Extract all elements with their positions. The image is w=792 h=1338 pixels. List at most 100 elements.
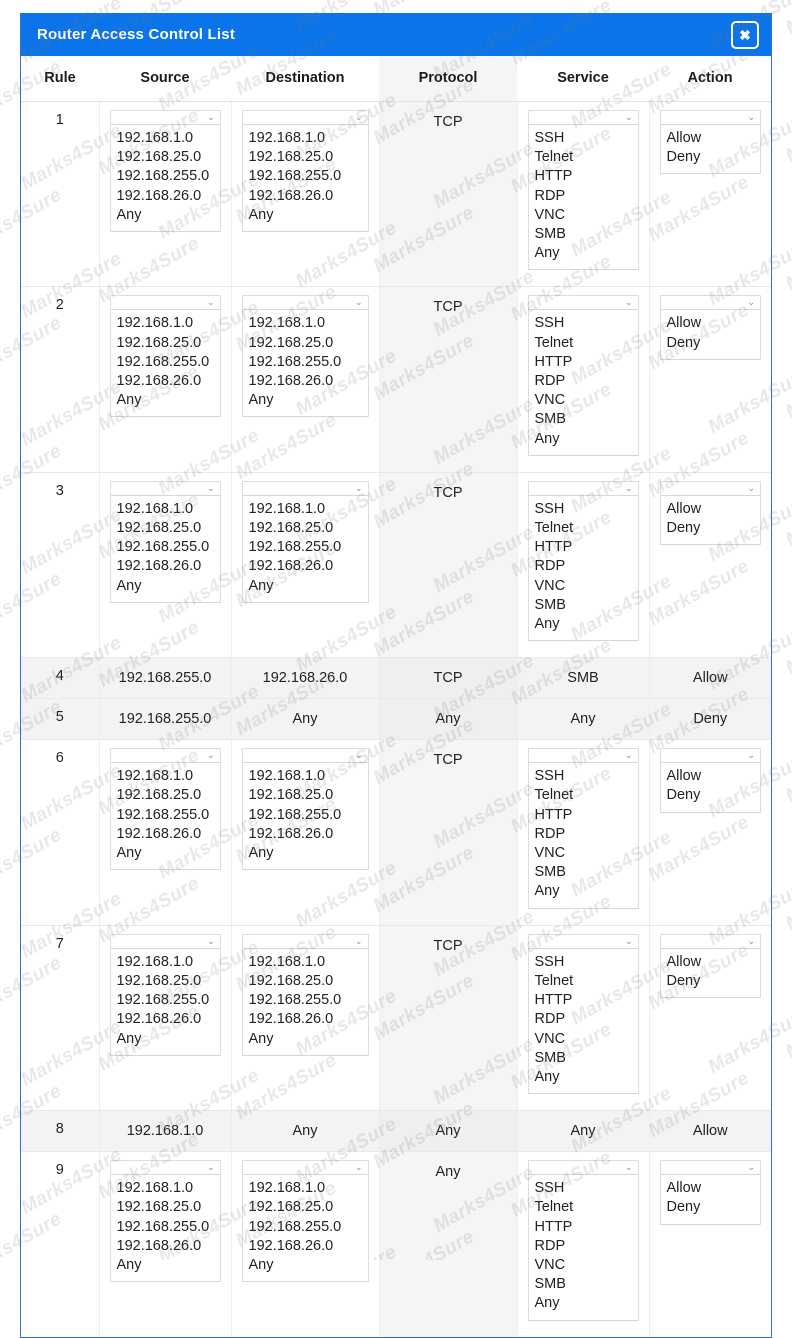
service-option[interactable]: Telnet [535,519,638,538]
service-option[interactable]: Telnet [535,1198,638,1217]
destination-option[interactable]: 192.168.26.0 [249,187,368,206]
destination-select-header[interactable]: ⌄ [242,482,368,496]
destination-option[interactable]: 192.168.26.0 [249,372,368,391]
source-option[interactable]: 192.168.26.0 [117,372,220,391]
source-option[interactable]: 192.168.26.0 [117,187,220,206]
service-option[interactable]: Any [535,430,638,449]
action-select[interactable]: ⌄ Allow Deny [659,110,761,175]
destination-option[interactable]: Any [249,206,368,225]
action-select[interactable]: ⌄ Allow Deny [659,480,761,546]
destination-option[interactable]: Any [249,391,368,410]
source-select[interactable]: ⌄ 192.168.1.0 192.168.25.0 192.168.255.0 192… [109,1160,221,1283]
destination-option[interactable]: 192.168.25.0 [249,786,368,805]
action-option[interactable]: Deny [667,972,761,991]
service-select-header[interactable]: ⌄ [528,111,638,125]
action-option[interactable]: Deny [667,334,761,353]
action-option[interactable]: Allow [667,767,761,786]
source-option[interactable]: 192.168.25.0 [117,972,220,991]
destination-select[interactable]: ⌄ 192.168.1.0 192.168.25.0 192.168.255.0 192… [241,480,369,603]
source-select-header[interactable]: ⌄ [110,111,220,125]
destination-option[interactable]: 192.168.25.0 [249,972,368,991]
destination-option[interactable]: Any [249,1030,368,1049]
action-select-header[interactable]: ⌄ [660,482,760,496]
service-option[interactable]: VNC [535,391,638,410]
source-option[interactable]: 192.168.255.0 [117,991,220,1010]
service-option[interactable]: Telnet [535,972,638,991]
source-option[interactable]: 192.168.1.0 [117,767,220,786]
source-option[interactable]: 192.168.1.0 [117,314,220,333]
source-option[interactable]: Any [117,391,220,410]
source-option[interactable]: 192.168.255.0 [117,1218,220,1237]
destination-option[interactable]: 192.168.26.0 [249,825,368,844]
service-option[interactable]: HTTP [535,991,638,1010]
service-option[interactable]: HTTP [535,806,638,825]
source-option[interactable]: Any [117,844,220,863]
action-option[interactable]: Allow [667,1179,761,1198]
destination-select[interactable]: ⌄ 192.168.1.0 192.168.25.0 192.168.255.0 192… [241,1160,369,1283]
action-select[interactable]: ⌄ Allow Deny [659,933,761,999]
action-select-header[interactable]: ⌄ [660,749,760,764]
destination-option[interactable]: 192.168.255.0 [249,538,368,557]
service-option[interactable]: SMB [535,596,638,615]
destination-option[interactable]: Any [249,844,368,863]
service-select-header[interactable]: ⌄ [528,296,638,311]
destination-option[interactable]: 192.168.25.0 [249,334,368,353]
service-option[interactable]: Telnet [535,786,638,805]
destination-option[interactable]: 192.168.26.0 [249,1010,368,1029]
service-select-header[interactable]: ⌄ [528,935,638,949]
action-select[interactable]: ⌄ Allow Deny [659,748,761,813]
service-option[interactable]: SMB [535,1275,638,1294]
service-select[interactable]: ⌄ SSH Telnet HTTP RDP VNC SMB Any [527,748,639,909]
service-option[interactable]: HTTP [535,167,638,186]
destination-select-header[interactable]: ⌄ [242,1161,368,1176]
destination-option[interactable]: 192.168.25.0 [249,519,368,538]
source-option[interactable]: 192.168.255.0 [117,806,220,825]
destination-option[interactable]: 192.168.1.0 [249,129,368,148]
destination-option[interactable]: 192.168.255.0 [249,353,368,372]
close-icon[interactable]: ✖ [731,20,759,49]
destination-option[interactable]: 192.168.1.0 [249,953,368,972]
source-select[interactable]: ⌄ 192.168.1.0 192.168.25.0 192.168.255.0 192… [109,295,221,418]
action-option[interactable]: Deny [667,1198,761,1217]
destination-option[interactable]: 192.168.255.0 [249,1218,368,1237]
source-select[interactable]: ⌄ 192.168.1.0 192.168.25.0 192.168.255.0 192… [109,480,221,603]
action-option[interactable]: Deny [667,148,761,167]
action-option[interactable]: Allow [667,314,761,333]
service-select[interactable]: ⌄ SSH Telnet HTTP RDP VNC SMB Any [527,295,639,456]
source-option[interactable]: 192.168.1.0 [117,500,220,519]
service-select-header[interactable]: ⌄ [528,749,638,764]
service-option[interactable]: VNC [535,206,638,225]
source-option[interactable]: 192.168.26.0 [117,1237,220,1256]
action-select-header[interactable]: ⌄ [660,111,760,125]
source-option[interactable]: 192.168.25.0 [117,334,220,353]
source-option[interactable]: 192.168.25.0 [117,1198,220,1217]
destination-option[interactable]: 192.168.1.0 [249,500,368,519]
source-option[interactable]: Any [117,577,220,596]
action-option[interactable]: Allow [667,500,761,519]
service-option[interactable]: RDP [535,1010,638,1029]
destination-option[interactable]: 192.168.255.0 [249,167,368,186]
action-select-header[interactable]: ⌄ [660,296,760,311]
source-option[interactable]: 192.168.25.0 [117,519,220,538]
service-option[interactable]: SSH [535,953,638,972]
destination-option[interactable]: 192.168.255.0 [249,991,368,1010]
service-option[interactable]: HTTP [535,353,638,372]
source-select[interactable]: ⌄ 192.168.1.0 192.168.25.0 192.168.255.0 192… [109,110,221,233]
source-select[interactable]: ⌄ 192.168.1.0 192.168.25.0 192.168.255.0 192… [109,748,221,871]
service-option[interactable]: Any [535,244,638,263]
service-option[interactable]: HTTP [535,1218,638,1237]
service-option[interactable]: RDP [535,1237,638,1256]
source-option[interactable]: Any [117,1030,220,1049]
service-option[interactable]: VNC [535,1256,638,1275]
service-option[interactable]: VNC [535,577,638,596]
action-select-header[interactable]: ⌄ [660,935,760,949]
service-select[interactable]: ⌄ SSH Telnet HTTP RDP VNC SMB Any [527,933,639,1095]
service-option[interactable]: RDP [535,557,638,576]
source-option[interactable]: 192.168.1.0 [117,953,220,972]
destination-option[interactable]: 192.168.1.0 [249,1179,368,1198]
service-option[interactable]: SSH [535,500,638,519]
service-option[interactable]: RDP [535,372,638,391]
source-option[interactable]: 192.168.1.0 [117,129,220,148]
action-select[interactable]: ⌄ Allow Deny [659,1160,761,1225]
source-select-header[interactable]: ⌄ [110,1161,220,1176]
